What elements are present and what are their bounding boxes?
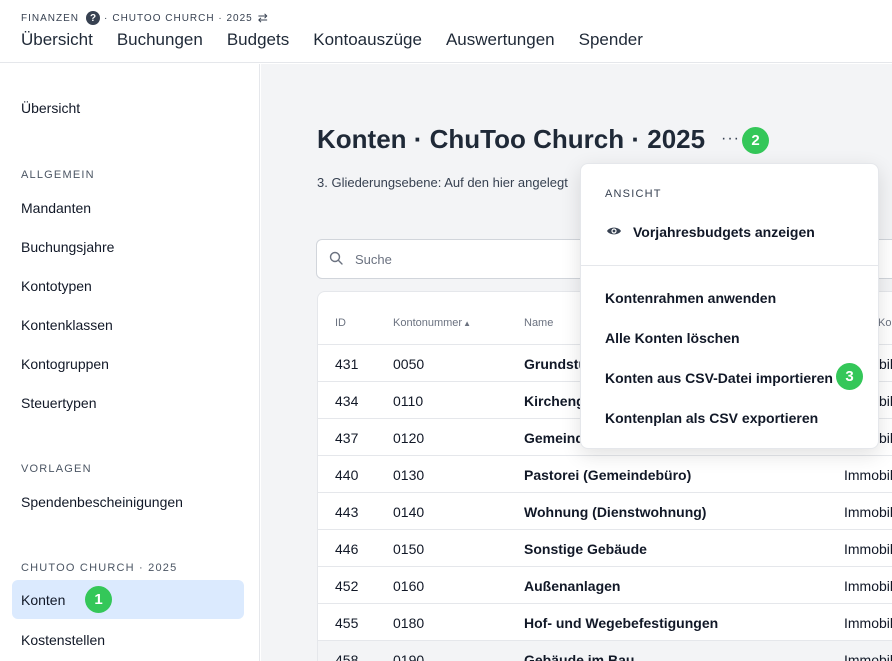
cell-name: Außenanlagen (524, 578, 621, 594)
cell-group: Immobil (844, 615, 892, 631)
options-dropdown: ANSICHT Vorjahresbudgets anzeigen Konten… (580, 163, 879, 449)
cell-number: 0190 (393, 652, 425, 661)
step-badge-3: 3 (836, 363, 863, 390)
table-row[interactable]: 446 0150 Sonstige Gebäude Immobil (318, 529, 892, 566)
cell-id: 437 (335, 430, 359, 446)
breadcrumb-separator: · (104, 12, 109, 24)
cell-number: 0120 (393, 430, 425, 446)
menu-item-export-csv[interactable]: Kontenplan als CSV exportieren (605, 410, 818, 426)
sidebar-item-spendenbescheinigungen[interactable]: Spendenbescheinigungen (21, 494, 183, 510)
menu-item-import-csv[interactable]: Konten aus CSV-Datei importieren (605, 370, 833, 386)
nav-overview[interactable]: Übersicht (21, 30, 93, 50)
step-badge-1: 1 (85, 586, 112, 613)
breadcrumb-context[interactable]: CHUTOO CHURCH · 2025 (112, 13, 252, 24)
cell-group: Immobil (844, 504, 892, 520)
breadcrumb: FINANZEN ? · CHUTOO CHURCH · 2025 ⇄ (21, 11, 268, 25)
table-row[interactable]: 455 0180 Hof- und Wegebefestigungen Immo… (318, 603, 892, 640)
sidebar-item-overview[interactable]: Übersicht (21, 100, 80, 116)
nav-bookings[interactable]: Buchungen (117, 30, 203, 50)
sidebar-item-konten[interactable]: Konten (12, 580, 244, 619)
step-badge-2: 2 (742, 127, 769, 154)
cell-name: Hof- und Wegebefestigungen (524, 615, 719, 631)
column-header-id[interactable]: ID (335, 317, 346, 329)
cell-group: Immobil (844, 541, 892, 557)
sort-ascending-icon: ▲ (463, 319, 472, 328)
cell-name: Wohnung (Dienstwohnung) (524, 504, 707, 520)
search-placeholder: Suche (355, 252, 392, 267)
cell-group: Immobil (844, 652, 892, 661)
sidebar-section-general: ALLGEMEIN (21, 169, 95, 181)
search-icon (329, 251, 343, 265)
table-row[interactable]: 440 0130 Pastorei (Gemeindebüro) Immobil (318, 455, 892, 492)
sidebar-item-mandanten[interactable]: Mandanten (21, 200, 91, 216)
sidebar-item-steuertypen[interactable]: Steuertypen (21, 395, 97, 411)
cell-id: 455 (335, 615, 359, 631)
column-header-kontonummer[interactable]: Kontonummer▲ (393, 317, 471, 329)
cell-name: Grundstü (524, 356, 587, 372)
cell-number: 0180 (393, 615, 425, 631)
cell-id: 452 (335, 578, 359, 594)
cell-number: 0130 (393, 467, 425, 483)
cell-name: Kircheng (524, 393, 585, 409)
cell-id: 440 (335, 467, 359, 483)
page-description: 3. Gliederungsebene: Auf den hier angele… (317, 175, 568, 190)
sidebar-item-kontenklassen[interactable]: Kontenklassen (21, 317, 113, 333)
cell-name: Sonstige Gebäude (524, 541, 647, 557)
cell-id: 431 (335, 356, 359, 372)
menu-item-show-previous-budgets[interactable]: Vorjahresbudgets anzeigen (633, 224, 815, 240)
nav-donors[interactable]: Spender (579, 30, 643, 50)
dropdown-divider (581, 265, 878, 266)
more-options-icon[interactable]: ··· (721, 130, 740, 148)
cell-number: 0140 (393, 504, 425, 520)
sidebar: Übersicht ALLGEMEIN Mandanten Buchungsja… (0, 64, 260, 661)
eye-icon (607, 227, 621, 235)
help-icon[interactable]: ? (86, 11, 100, 25)
sidebar-item-kontogruppen[interactable]: Kontogruppen (21, 356, 109, 372)
menu-item-apply-chart-of-accounts[interactable]: Kontenrahmen anwenden (605, 290, 776, 306)
cell-number: 0110 (393, 393, 424, 409)
breadcrumb-app[interactable]: FINANZEN (21, 13, 79, 24)
sidebar-item-buchungsjahre[interactable]: Buchungsjahre (21, 239, 114, 255)
menu-item-delete-all-accounts[interactable]: Alle Konten löschen (605, 330, 740, 346)
cell-number: 0050 (393, 356, 425, 372)
swap-icon[interactable]: ⇄ (258, 11, 268, 25)
cell-number: 0160 (393, 578, 425, 594)
cell-id: 458 (335, 652, 359, 661)
cell-id: 434 (335, 393, 359, 409)
dropdown-section-view: ANSICHT (605, 188, 662, 200)
sidebar-item-konten-label: Konten (21, 592, 66, 608)
table-row[interactable]: 452 0160 Außenanlagen Immobil (318, 566, 892, 603)
column-header-name[interactable]: Name (524, 317, 553, 329)
table-row[interactable]: 443 0140 Wohnung (Dienstwohnung) Immobil (318, 492, 892, 529)
cell-name: Pastorei (Gemeindebüro) (524, 467, 692, 483)
sidebar-item-kontotypen[interactable]: Kontotypen (21, 278, 92, 294)
sidebar-section-templates: VORLAGEN (21, 463, 92, 475)
column-header-kontogruppe[interactable]: Kontogru (878, 317, 892, 329)
cell-id: 446 (335, 541, 359, 557)
main-nav: Übersicht Buchungen Budgets Kontoauszüge… (21, 30, 667, 50)
sidebar-item-kostenstellen[interactable]: Kostenstellen (21, 632, 105, 648)
cell-number: 0150 (393, 541, 425, 557)
column-header-kontonummer-label: Kontonummer (393, 317, 463, 329)
top-header: FINANZEN ? · CHUTOO CHURCH · 2025 ⇄ Über… (0, 0, 892, 63)
sidebar-section-context: CHUTOO CHURCH · 2025 (21, 562, 178, 574)
cell-name: Gebäude im Bau (524, 652, 635, 661)
nav-statements[interactable]: Kontoauszüge (313, 30, 422, 50)
cell-name: Gemeind (524, 430, 584, 446)
page-title: Konten · ChuToo Church · 2025 (317, 124, 706, 154)
cell-group: Immobil (844, 578, 892, 594)
nav-reports[interactable]: Auswertungen (446, 30, 555, 50)
nav-budgets[interactable]: Budgets (227, 30, 289, 50)
table-row[interactable]: 458 0190 Gebäude im Bau Immobil (318, 640, 892, 661)
cell-id: 443 (335, 504, 359, 520)
cell-group: Immobil (844, 467, 892, 483)
